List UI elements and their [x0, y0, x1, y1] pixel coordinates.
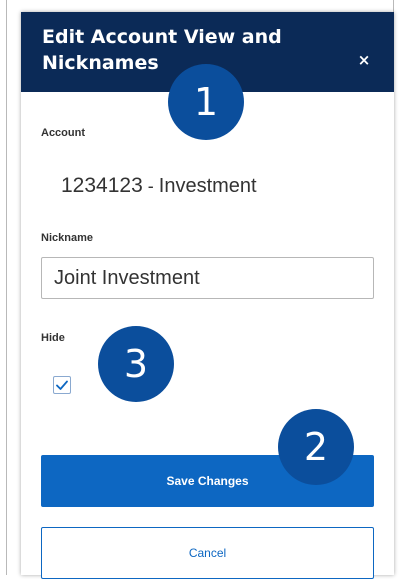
account-separator: - — [142, 176, 159, 196]
dialog-title: Edit Account View and Nicknames — [42, 26, 282, 74]
account-label: Account — [41, 127, 85, 139]
account-value: 1234123 - Investment — [61, 174, 257, 198]
checkmark-icon — [56, 380, 68, 390]
nickname-label: Nickname — [41, 232, 93, 244]
callout-badge-3: 3 — [98, 326, 174, 402]
callout-badge-2: 2 — [278, 409, 354, 485]
screenshot-frame: Edit Account View and Nicknames × Accoun… — [0, 0, 401, 579]
hide-checkbox[interactable] — [53, 376, 71, 394]
close-icon: × — [357, 51, 371, 69]
close-button[interactable]: × — [354, 50, 374, 70]
nickname-input[interactable] — [41, 257, 374, 299]
account-number: 1234123 — [61, 174, 143, 197]
hide-label: Hide — [41, 332, 65, 344]
cancel-button[interactable]: Cancel — [41, 527, 374, 579]
account-type: Investment — [158, 175, 257, 197]
callout-badge-1: 1 — [168, 64, 244, 140]
